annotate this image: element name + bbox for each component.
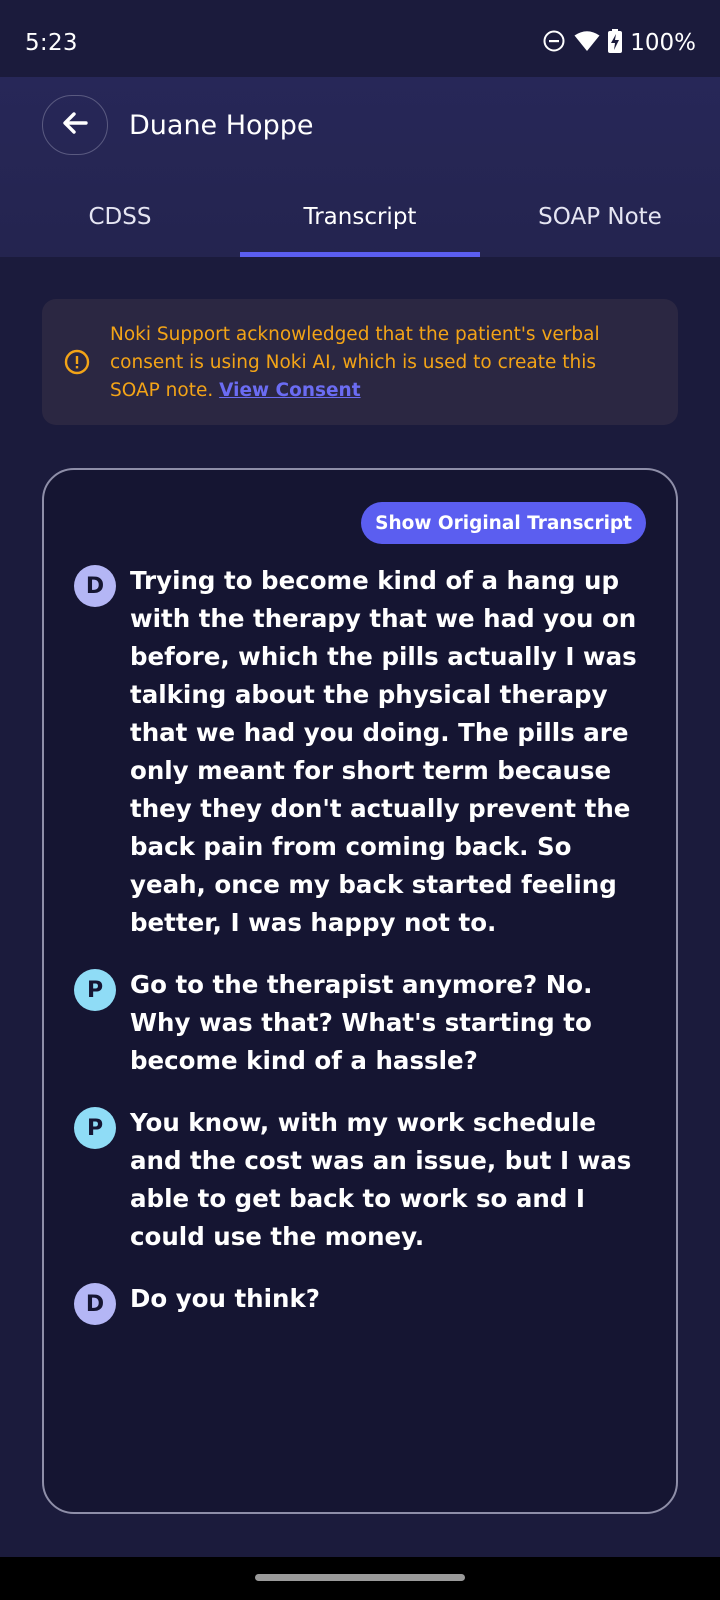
patient-avatar: P: [74, 1107, 116, 1149]
status-time: 5:23: [25, 30, 78, 56]
info-icon: [64, 349, 90, 375]
doctor-avatar: D: [74, 565, 116, 607]
app-bar: Duane Hoppe CDSS Transcript SOAP Note: [0, 77, 720, 257]
transcript-card: Show Original Transcript D Trying to bec…: [42, 468, 678, 1514]
consent-banner: Noki Support acknowledged that the patie…: [42, 299, 678, 425]
transcript-messages: D Trying to become kind of a hang up wit…: [74, 562, 654, 1349]
transcript-message: P Go to the therapist anymore? No. Why w…: [74, 966, 654, 1080]
do-not-disturb-icon: [542, 29, 566, 57]
tab-bar: CDSS Transcript SOAP Note: [0, 177, 720, 257]
consent-message: Noki Support acknowledged that the patie…: [110, 321, 650, 405]
status-bar: 5:23 100%: [0, 0, 720, 77]
page-title: Duane Hoppe: [129, 110, 314, 141]
tab-transcript[interactable]: Transcript: [240, 177, 480, 257]
navigation-bar: [0, 1557, 720, 1600]
message-text: Trying to become kind of a hang up with …: [130, 566, 637, 937]
battery-percentage: 100%: [630, 30, 696, 56]
back-button[interactable]: [42, 95, 108, 155]
transcript-message: D Trying to become kind of a hang up wit…: [74, 562, 654, 942]
wifi-icon: [574, 30, 600, 56]
transcript-message: P You know, with my work schedule and th…: [74, 1104, 654, 1256]
tab-cdss[interactable]: CDSS: [0, 177, 240, 257]
battery-charging-icon: [608, 29, 623, 57]
show-original-transcript-button[interactable]: Show Original Transcript: [361, 502, 646, 544]
message-text: Do you think?: [130, 1284, 320, 1313]
patient-avatar: P: [74, 969, 116, 1011]
status-icons: 100%: [542, 28, 696, 58]
view-consent-link[interactable]: View Consent: [219, 380, 360, 401]
home-indicator[interactable]: [255, 1574, 465, 1581]
message-text: You know, with my work schedule and the …: [130, 1108, 632, 1251]
tab-soap-note[interactable]: SOAP Note: [480, 177, 720, 257]
arrow-left-icon: [62, 111, 88, 139]
message-text: Go to the therapist anymore? No. Why was…: [130, 970, 593, 1075]
doctor-avatar: D: [74, 1283, 116, 1325]
transcript-message: D Do you think?: [74, 1280, 654, 1325]
